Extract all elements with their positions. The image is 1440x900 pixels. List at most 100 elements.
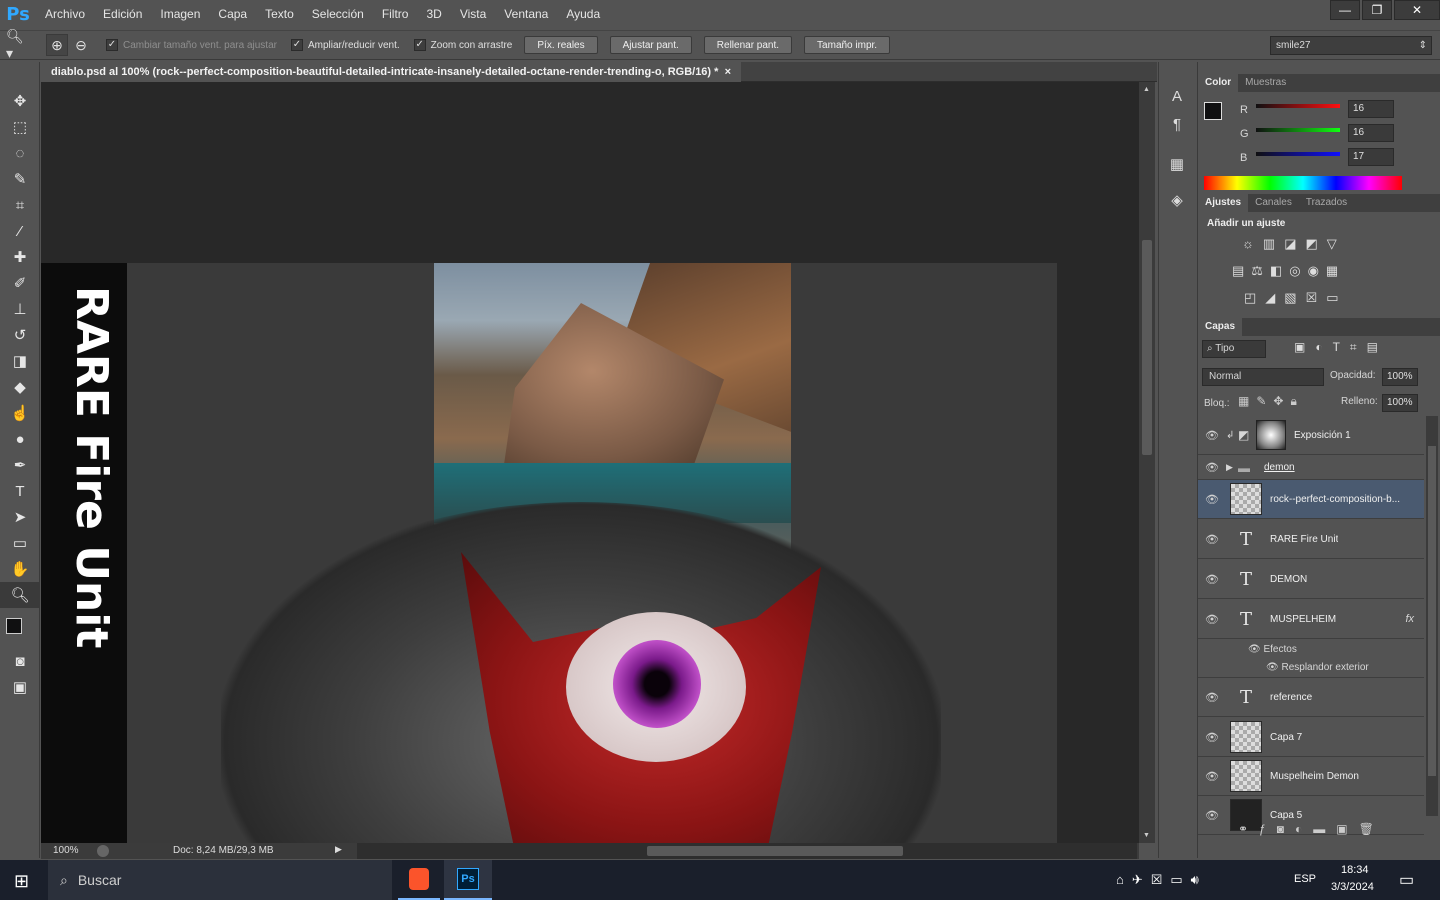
color-swatches[interactable] <box>0 608 39 648</box>
move-tool-icon[interactable]: ✥ <box>0 88 40 114</box>
lock-icons[interactable]: ▦✎✥🔒︎ <box>1238 394 1304 409</box>
quick-mask-icon[interactable]: ◙ <box>0 648 40 674</box>
zoom-all-checkbox[interactable]: ✓ Ampliar/reducir vent. <box>290 39 400 51</box>
crop-tool-icon[interactable]: ⌗ <box>0 192 40 218</box>
dodge-tool-icon[interactable]: ● <box>0 426 40 452</box>
visibility-eye-icon[interactable]: 👁︎ <box>1198 613 1226 626</box>
visibility-eye-icon[interactable]: 👁︎ <box>1198 809 1226 822</box>
adjust-icons-row-3[interactable]: ◰◢▧☒▭ <box>1244 290 1348 306</box>
menu-filtro[interactable]: Filtro <box>373 0 418 28</box>
menu-vista[interactable]: Vista <box>451 0 495 28</box>
smudge-tool-icon[interactable]: ☝ <box>0 400 40 426</box>
layer-row[interactable]: 👁︎ ↲ ◩ Exposición 1 <box>1198 416 1424 455</box>
layers-footer-icons[interactable]: ⚭ƒ◙◐▬▣🗑︎ <box>1238 822 1385 836</box>
blend-mode-select[interactable]: Normal <box>1202 368 1324 386</box>
type-tool-icon[interactable]: T <box>0 478 40 504</box>
tab-trazados[interactable]: Trazados <box>1299 194 1354 212</box>
document-tab[interactable]: diablo.psd al 100% (rock--perfect-compos… <box>41 62 741 82</box>
layer-filter-icons[interactable]: ▣◐T⌗▤ <box>1294 340 1388 355</box>
clock-date[interactable]: 3/3/2024 <box>1331 881 1374 893</box>
g-slider[interactable] <box>1256 128 1340 132</box>
marquee-tool-icon[interactable]: ⬚ <box>0 114 40 140</box>
eraser-tool-icon[interactable]: ◨ <box>0 348 40 374</box>
zoom-in-icon[interactable]: ⊕ <box>46 34 68 56</box>
menu-texto[interactable]: Texto <box>256 0 303 28</box>
menu-seleccion[interactable]: Selección <box>303 0 373 28</box>
visibility-eye-icon[interactable]: 👁︎ <box>1198 461 1226 474</box>
character-panel-icon[interactable]: A <box>1159 82 1195 110</box>
adjust-icons-row-2[interactable]: ▤⚖◧◎◉▦ <box>1232 263 1345 279</box>
foreground-color[interactable] <box>6 618 22 634</box>
effects-row[interactable]: 👁︎ Efectos <box>1248 644 1297 655</box>
menu-ventana[interactable]: Ventana <box>495 0 557 28</box>
close-button[interactable]: ✕ <box>1394 0 1440 20</box>
scroll-up-icon[interactable]: ▲ <box>1143 86 1150 93</box>
visibility-eye-icon[interactable]: 👁︎ <box>1198 573 1226 586</box>
restore-button[interactable]: ❐ <box>1362 0 1392 20</box>
expand-arrow-icon[interactable]: ▶ <box>1226 462 1238 473</box>
menu-3d[interactable]: 3D <box>417 0 450 28</box>
layer-row[interactable]: 👁︎ T reference <box>1198 678 1424 717</box>
notifications-icon[interactable]: ▭ <box>1399 870 1414 890</box>
menu-capa[interactable]: Capa <box>209 0 256 28</box>
paint-bucket-tool-icon[interactable]: ◆ <box>0 374 40 400</box>
resize-window-checkbox[interactable]: ✓ Cambiar tamaño vent. para ajustar <box>106 39 277 51</box>
b-value[interactable]: 17 <box>1348 148 1394 166</box>
canvas-area[interactable]: RARE Fire Unit <box>41 82 1139 843</box>
fx-icon[interactable]: fx <box>1405 613 1414 625</box>
photoshop-taskbar-button[interactable]: Ps <box>444 860 492 900</box>
lasso-tool-icon[interactable]: ◌ <box>0 140 40 166</box>
visibility-eye-icon[interactable]: 👁︎ <box>1198 691 1226 704</box>
visibility-eye-icon[interactable]: 👁︎ <box>1198 770 1226 783</box>
tab-muestras[interactable]: Muestras <box>1238 74 1293 92</box>
vertical-scroll-thumb[interactable] <box>1142 240 1152 455</box>
status-menu-arrow-icon[interactable]: ▶ <box>335 844 342 855</box>
opacity-value[interactable]: 100% <box>1382 368 1418 386</box>
b-slider[interactable] <box>1256 152 1340 156</box>
shape-tool-icon[interactable]: ▭ <box>0 530 40 556</box>
menu-imagen[interactable]: Imagen <box>151 0 209 28</box>
tool-presets-icon[interactable]: ▦ <box>1159 150 1195 178</box>
visibility-eye-icon[interactable]: 👁︎ <box>1198 731 1226 744</box>
layers-scroll-thumb[interactable] <box>1428 446 1436 776</box>
tab-close-icon[interactable]: × <box>725 66 731 78</box>
minimize-button[interactable]: — <box>1330 0 1360 20</box>
color-spectrum-bar[interactable] <box>1204 176 1402 190</box>
layer-row[interactable]: 👁︎ Muspelheim Demon <box>1198 757 1424 796</box>
layer-row[interactable]: 👁︎ T DEMON <box>1198 560 1424 599</box>
visibility-eye-icon[interactable]: 👁︎ <box>1198 429 1226 442</box>
g-value[interactable]: 16 <box>1348 124 1394 142</box>
vertical-scrollbar[interactable]: ▲ ▼ <box>1139 82 1155 843</box>
hand-tool-icon[interactable]: ✋ <box>0 556 40 582</box>
fill-screen-button[interactable]: Rellenar pant. <box>703 36 793 54</box>
brave-taskbar-button[interactable] <box>398 860 440 900</box>
scroll-down-icon[interactable]: ▼ <box>1143 832 1150 839</box>
menu-edicion[interactable]: Edición <box>94 0 151 28</box>
3d-panel-icon[interactable]: ◈ <box>1159 186 1195 214</box>
stamp-tool-icon[interactable]: ⊥ <box>0 296 40 322</box>
horizontal-scroll-thumb[interactable] <box>647 846 903 856</box>
windows-start-icon[interactable]: ⊞ <box>14 871 29 892</box>
tab-capas[interactable]: Capas <box>1198 318 1243 336</box>
fg-color-swatch[interactable] <box>1204 102 1222 120</box>
zoom-level[interactable]: 100% <box>53 845 79 856</box>
layers-scrollbar[interactable] <box>1426 416 1438 816</box>
r-value[interactable]: 16 <box>1348 100 1394 118</box>
status-icon[interactable] <box>97 845 109 857</box>
layer-row[interactable]: 👁︎ T MUSPELHEIM fx <box>1198 600 1424 639</box>
clock-time[interactable]: 18:34 <box>1341 864 1369 876</box>
horizontal-scrollbar[interactable] <box>357 843 1137 859</box>
layer-filter-select[interactable]: ⌕ Tipo <box>1202 340 1266 358</box>
layer-row[interactable]: 👁︎ T RARE Fire Unit <box>1198 520 1424 559</box>
print-size-button[interactable]: Tamaño impr. <box>804 36 891 54</box>
layer-row-selected[interactable]: 👁︎ rock--perfect-composition-b... <box>1198 480 1424 519</box>
paragraph-panel-icon[interactable]: ¶ <box>1159 110 1195 138</box>
zoom-tool-preset-icon[interactable]: 🔍︎▾ <box>6 28 28 61</box>
visibility-eye-icon[interactable]: 👁︎ <box>1198 493 1226 506</box>
menu-ayuda[interactable]: Ayuda <box>557 0 609 28</box>
path-select-tool-icon[interactable]: ➤ <box>0 504 40 530</box>
layer-row[interactable]: 👁︎ ▶ ▬ demon <box>1198 456 1424 480</box>
tray-icons[interactable]: ⌂✈☒▭🔊︎ <box>1116 872 1207 888</box>
quick-select-tool-icon[interactable]: ✎ <box>0 166 40 192</box>
healing-brush-tool-icon[interactable]: ✚ <box>0 244 40 270</box>
